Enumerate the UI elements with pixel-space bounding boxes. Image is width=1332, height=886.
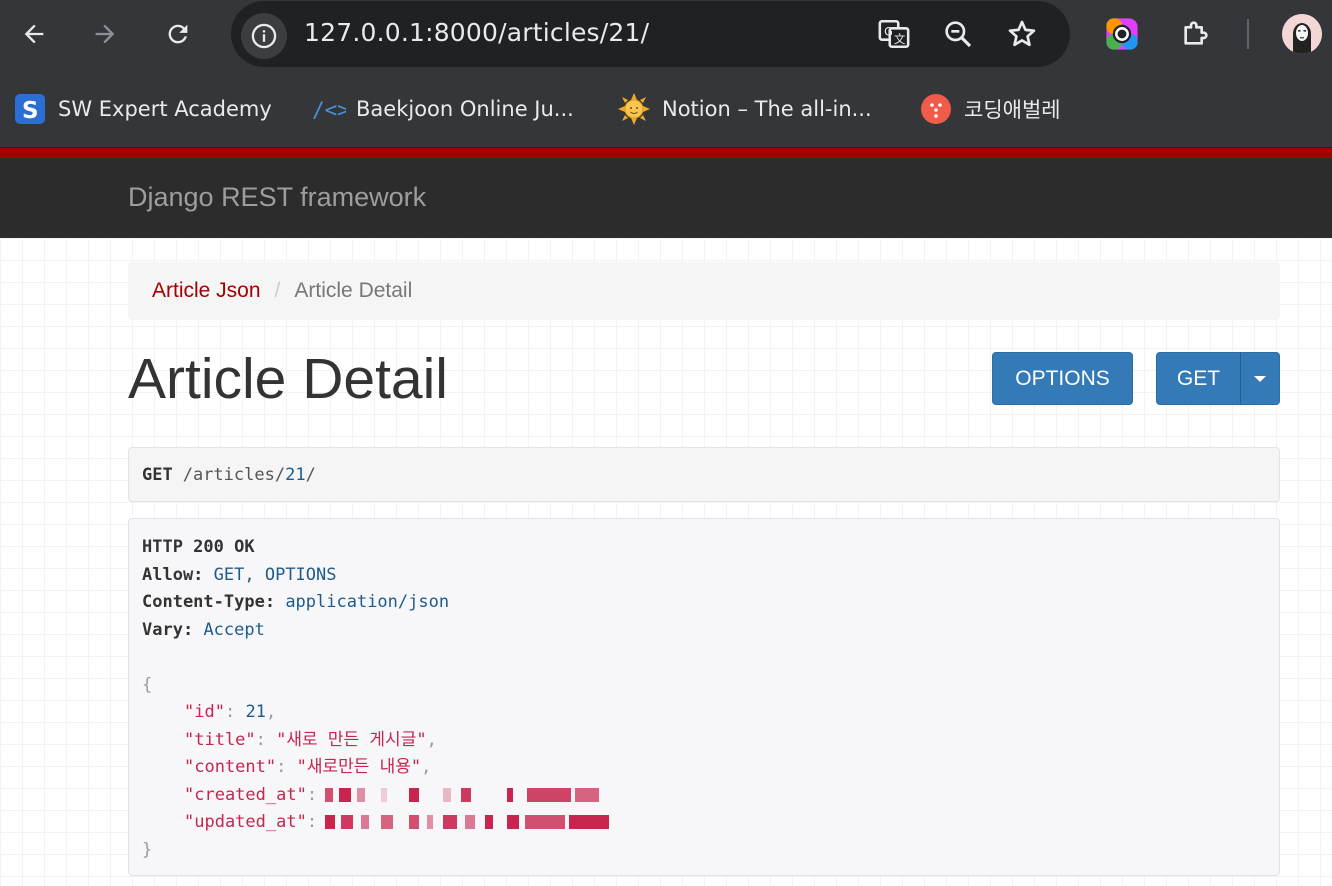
bookmark-star-button[interactable] [1003,15,1041,53]
zoom-button[interactable] [939,15,977,53]
star-icon [1008,20,1036,47]
breadcrumb: Article Json / Article Detail [128,262,1280,320]
svg-text:/<>: /<> [312,98,346,122]
bookmark-baekjoon[interactable]: /<> Baekjoon Online Ju... [312,92,574,126]
bookmark-label: 코딩애벌레 [964,98,1061,122]
header-value-vary: Accept [203,619,265,640]
header-key-allow: Allow: [142,564,204,585]
breadcrumb-current: Article Detail [294,279,413,302]
request-path-prefix: /articles/ [182,464,286,485]
svg-text:文: 文 [894,32,905,46]
zoom-out-icon [945,21,972,48]
address-bar[interactable]: 127.0.0.1:8000/articles/21/ G 文 [231,1,1070,67]
accent-stripe [0,148,1332,158]
request-path-id: 21 [285,464,306,485]
back-button[interactable] [14,14,54,54]
json-key-id: "id" [184,702,225,722]
browser-toolbar: 127.0.0.1:8000/articles/21/ G 文 [0,0,1332,70]
no-face-avatar-icon [1282,14,1322,54]
request-info: GET /articles/21/ [128,447,1280,502]
bookmarks-bar: S SW Expert Academy /<> Baekjoon Online … [0,70,1332,148]
header-value-allow: GET, OPTIONS [213,564,337,585]
extension-button[interactable] [1102,14,1142,54]
info-icon [251,23,277,49]
header-key-content-type: Content-Type: [142,592,276,612]
breadcrumb-link-article-json[interactable]: Article Json [152,279,261,303]
profile-avatar[interactable] [1282,14,1322,54]
response-info: HTTP 200 OK Allow: GET, OPTIONS Content-… [128,518,1280,876]
extensions-menu-button[interactable] [1175,14,1215,54]
url-text[interactable]: 127.0.0.1:8000/articles/21/ [304,18,649,47]
json-key-updated-at: "updated_at" [184,812,307,832]
bookmark-label: SW Expert Academy [58,97,272,121]
arrow-left-icon [24,24,44,44]
header-value-content-type: application/json [285,592,450,612]
sun-icon [618,93,650,125]
caret-down-icon [1254,375,1266,382]
bookmark-notion[interactable]: Notion – The all-in... [618,92,872,126]
forward-button[interactable] [85,14,125,54]
navbar-brand[interactable]: Django REST framework [128,182,426,213]
reload-button[interactable] [158,14,198,54]
translate-button[interactable]: G 文 [875,15,913,53]
redacted-created-at-value [325,787,607,802]
bookmark-swea[interactable]: S SW Expert Academy [14,92,272,126]
bug-icon [920,93,952,125]
json-value-id: 21 [245,702,266,722]
header-key-vary: Vary: [142,619,194,640]
page-title: Article Detail [128,347,448,411]
arrow-right-icon [95,24,115,44]
json-value-content: "새로만든 내용" [296,757,422,777]
bookmark-label: Baekjoon Online Ju... [356,97,574,121]
code-icon: /<> [312,93,346,125]
svg-text:G: G [884,24,893,38]
get-button[interactable]: GET [1156,352,1241,405]
main-content: Article Json / Article Detail Article De… [0,238,1332,886]
translate-icon: G 文 [878,19,910,49]
json-open-brace: { [142,674,153,695]
navbar: Django REST framework [0,158,1332,238]
breadcrumb-separator: / [274,279,281,302]
request-path: /articles/21/ [183,465,316,485]
json-key-title: "title" [184,729,256,750]
toolbar-divider [1247,19,1249,49]
svg-text:S: S [22,98,39,124]
swea-icon: S [14,93,46,125]
bookmark-label: Notion – The all-in... [662,97,872,121]
reload-icon [168,24,188,44]
response-status: HTTP 200 OK [142,537,255,557]
json-close-brace: } [142,839,153,860]
puzzle-icon [1184,21,1208,45]
request-method: GET [142,464,173,485]
get-format-dropdown-button[interactable] [1240,352,1280,405]
request-path-suffix: / [305,464,316,485]
options-button[interactable]: OPTIONS [992,352,1133,405]
site-info-button[interactable] [241,13,287,59]
bookmark-coding-larva[interactable]: 코딩애벌레 [920,92,1061,126]
json-key-content: "content" [184,757,277,777]
json-key-created-at: "created_at" [184,784,307,805]
json-value-title: "새로 만든 게시글" [276,729,427,750]
redacted-updated-at-value [325,815,613,829]
color-picker-extension-icon [1106,18,1138,50]
